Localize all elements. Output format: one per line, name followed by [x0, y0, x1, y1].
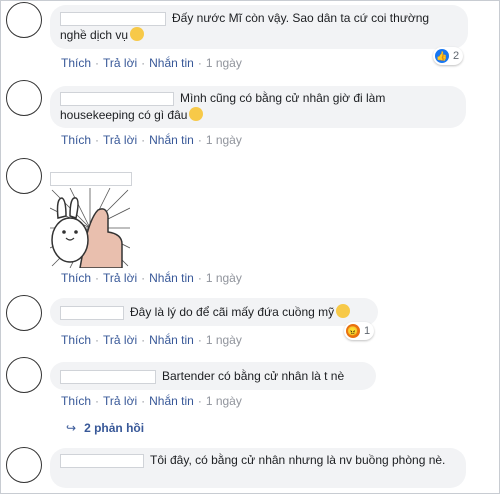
reply-arrow-icon: ↪	[66, 421, 77, 435]
commenter-name[interactable]	[60, 11, 166, 26]
comment-bubble: Đây là lý do để cãi mấy đứa cuồng mỹ	[50, 298, 378, 326]
avatar[interactable]	[6, 158, 42, 194]
like-link[interactable]: Thích	[61, 271, 91, 285]
comment-text: Đây là lý do để cãi mấy đứa cuồng mỹ	[130, 305, 335, 319]
like-link[interactable]: Thích	[61, 56, 91, 70]
moon-emoji	[336, 304, 351, 318]
timestamp[interactable]: 1 ngày	[206, 394, 242, 408]
comment-actions: Thích · Trả lời · Nhắn tin · 1 ngày	[61, 271, 242, 285]
comment-bubble: Đấy nước Mĩ còn vậy. Sao dân ta cứ coi t…	[50, 5, 468, 49]
timestamp[interactable]: 1 ngày	[206, 333, 242, 347]
commenter-name[interactable]	[60, 91, 174, 106]
like-link[interactable]: Thích	[61, 394, 91, 408]
comment-bubble: Bartender có bằng cử nhân là t nè	[50, 362, 376, 390]
timestamp[interactable]: 1 ngày	[206, 56, 242, 70]
message-link[interactable]: Nhắn tin	[149, 333, 194, 347]
avatar[interactable]	[6, 2, 42, 38]
reaction-count: 1	[364, 325, 371, 337]
reaction-count: 2	[453, 50, 460, 62]
sad-face-emoji	[130, 27, 145, 41]
avatar[interactable]	[6, 447, 42, 483]
reply-link[interactable]: Trả lời	[103, 133, 137, 147]
like-icon: 👍	[435, 49, 449, 63]
comment-text: Bartender có bằng cử nhân là t nè	[162, 369, 345, 383]
commenter-name[interactable]	[60, 453, 144, 468]
commenter-name[interactable]	[60, 369, 156, 384]
reaction-badge[interactable]: 👍 2	[433, 47, 464, 65]
commenter-name[interactable]	[50, 172, 132, 186]
commenter-name[interactable]	[60, 305, 124, 320]
like-link[interactable]: Thích	[61, 333, 91, 347]
reply-link[interactable]: Trả lời	[103, 271, 137, 285]
avatar[interactable]	[6, 80, 42, 116]
timestamp[interactable]: 1 ngày	[206, 271, 242, 285]
message-link[interactable]: Nhắn tin	[149, 394, 194, 408]
message-link[interactable]: Nhắn tin	[149, 271, 194, 285]
message-link[interactable]: Nhắn tin	[149, 133, 194, 147]
reply-link[interactable]: Trả lời	[103, 333, 137, 347]
comment-actions: Thích · Trả lời · Nhắn tin · 1 ngày	[61, 394, 242, 408]
avatar[interactable]	[6, 295, 42, 331]
view-replies-link[interactable]: ↪ 2 phản hồi	[66, 421, 144, 435]
message-link[interactable]: Nhắn tin	[149, 56, 194, 70]
angry-icon: 😠	[346, 324, 360, 338]
comment-actions: Thích · Trả lời · Nhắn tin · 1 ngày	[61, 333, 242, 347]
comment-text: Tôi đây, có bằng cử nhân nhưng là nv buồ…	[150, 453, 446, 467]
avatar[interactable]	[6, 357, 42, 393]
thinking-face-emoji	[189, 107, 204, 121]
reply-link[interactable]: Trả lời	[103, 394, 137, 408]
timestamp[interactable]: 1 ngày	[206, 133, 242, 147]
reply-link[interactable]: Trả lời	[103, 56, 137, 70]
reaction-badge[interactable]: 😠 1	[344, 322, 375, 340]
comment-actions: Thích · Trả lời · Nhắn tin · 1 ngày	[61, 56, 242, 70]
comment-actions: Thích · Trả lời · Nhắn tin · 1 ngày	[61, 133, 242, 147]
comment-bubble: Tôi đây, có bằng cử nhân nhưng là nv buồ…	[50, 448, 466, 488]
like-link[interactable]: Thích	[61, 133, 91, 147]
rabbit-thumbs-up-sticker	[50, 188, 130, 268]
comment-bubble: Mình cũng có bằng cử nhân giờ đi làm hou…	[50, 86, 466, 128]
